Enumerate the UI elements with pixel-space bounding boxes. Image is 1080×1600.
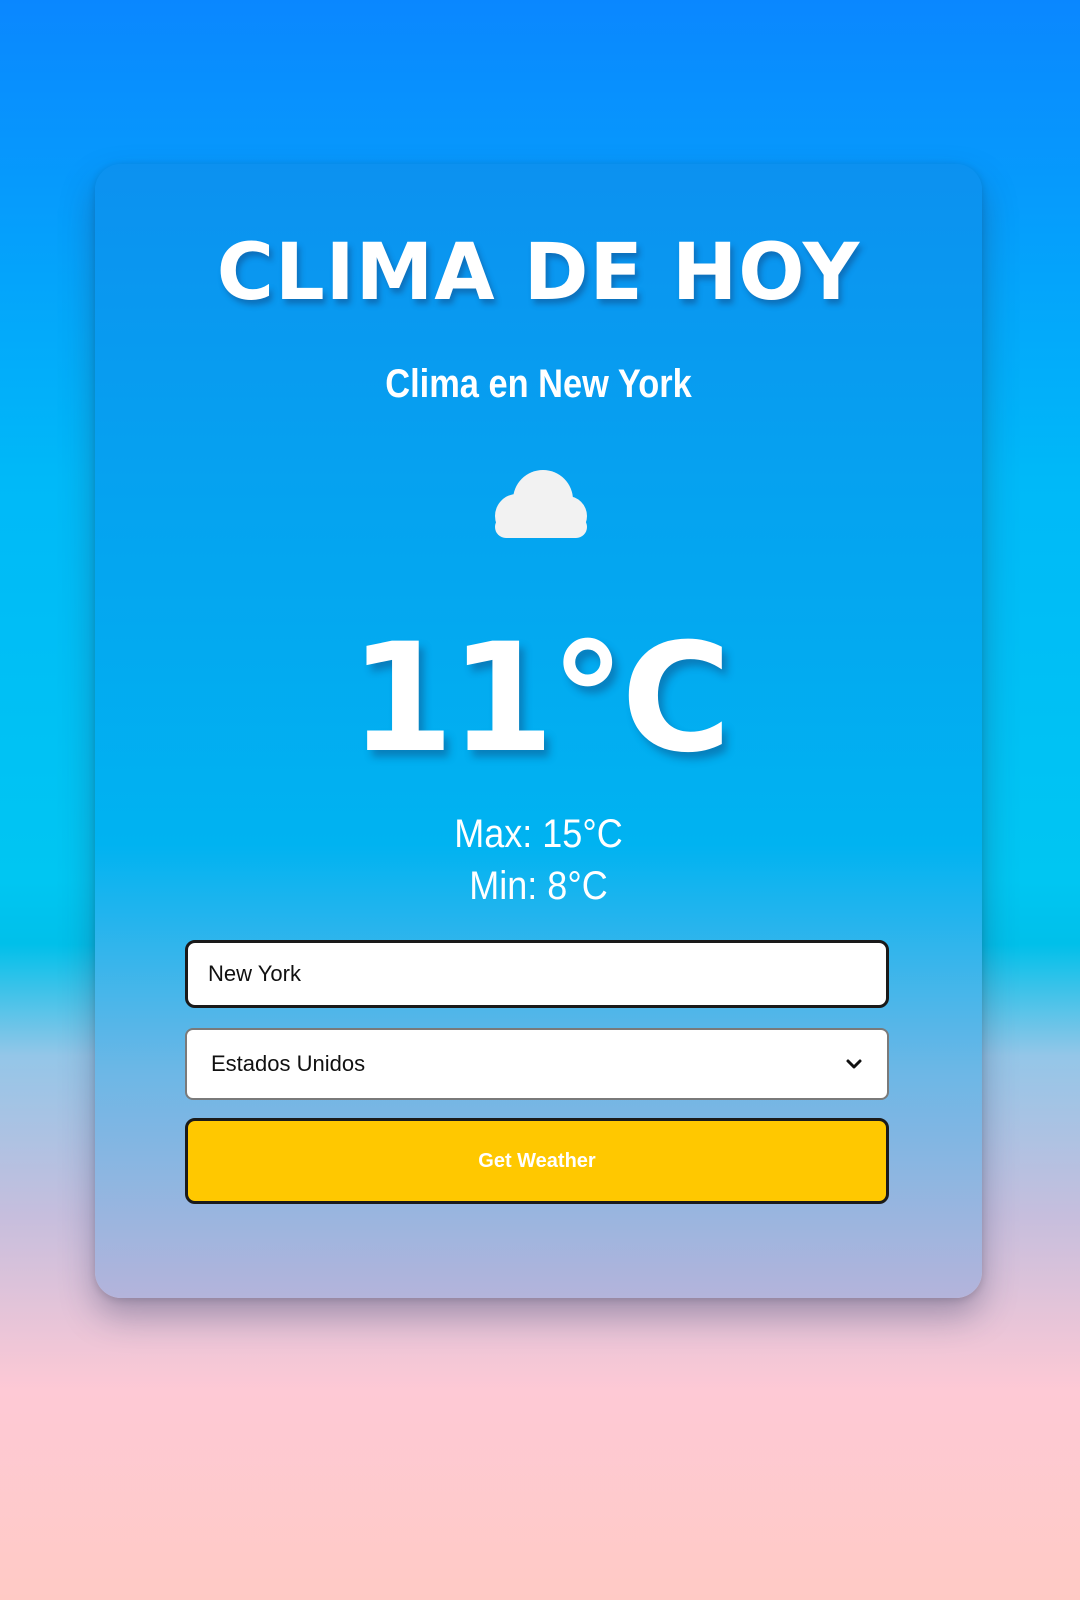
get-weather-button[interactable]: Get Weather <box>185 1118 889 1204</box>
app-title: CLIMA DE HOY <box>216 228 861 318</box>
location-heading: Clima en New York <box>385 362 692 406</box>
weather-card: CLIMA DE HOY Clima en New York 11°C Max:… <box>95 164 982 1298</box>
current-temperature: 11°C <box>349 612 732 786</box>
city-input[interactable] <box>185 940 889 1008</box>
chevron-down-icon <box>846 1059 862 1069</box>
max-temperature: Max: 15°C <box>454 812 623 856</box>
min-temperature: Min: 8°C <box>469 864 608 908</box>
cloud-icon <box>495 470 587 538</box>
country-select[interactable]: Estados Unidos <box>185 1028 889 1100</box>
country-select-value: Estados Unidos <box>211 1051 366 1076</box>
